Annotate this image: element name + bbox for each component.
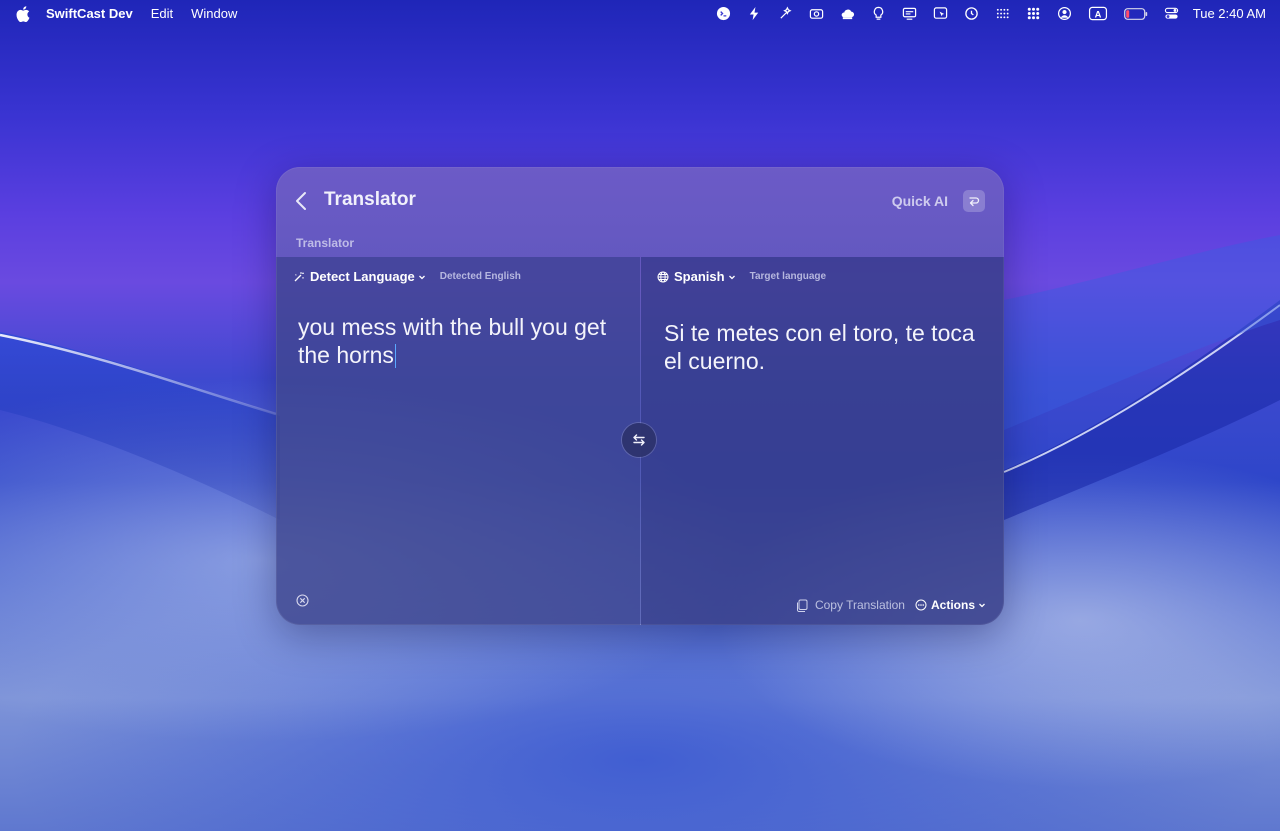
- terminal-icon[interactable]: [716, 6, 731, 21]
- source-text: you mess with the bull you get the horns: [298, 314, 607, 368]
- swap-languages-button[interactable]: [622, 423, 656, 457]
- svg-text:A: A: [1094, 9, 1101, 19]
- magic-wand-icon: [293, 271, 305, 283]
- swap-arrows-icon: [633, 434, 645, 446]
- window-title: Translator: [324, 189, 416, 210]
- clear-circle-icon: [296, 594, 309, 607]
- source-language-name: Detect Language: [310, 269, 415, 284]
- target-language-selector[interactable]: Spanish Target language: [657, 269, 826, 284]
- refresh-icon[interactable]: [964, 6, 979, 21]
- globe-icon: [657, 271, 669, 283]
- source-text-input[interactable]: you mess with the bull you get the horns: [298, 313, 628, 369]
- enter-key-button[interactable]: [963, 190, 985, 212]
- target-language-name: Spanish: [674, 269, 725, 284]
- chevron-down-icon: [978, 601, 986, 609]
- chevron-left-icon: [296, 192, 306, 210]
- actions-label: Actions: [930, 598, 975, 612]
- sparkle-icon[interactable]: [778, 6, 793, 21]
- copy-translation-label: Copy Translation: [814, 598, 905, 612]
- return-arrow-icon: [969, 197, 980, 207]
- translator-window: Translator Quick AI Translator Detect La…: [276, 167, 1004, 625]
- control-center-icon[interactable]: [1164, 6, 1179, 21]
- target-pane: Spanish Target language Si te metes con …: [641, 257, 1004, 625]
- dots-icon[interactable]: [1026, 6, 1041, 21]
- display-icon[interactable]: [902, 6, 917, 21]
- more-circle-icon: [915, 599, 927, 611]
- target-language-label: Target language: [749, 271, 827, 282]
- menubar-clock[interactable]: Tue 2:40 AM: [1193, 6, 1266, 21]
- source-language-selector[interactable]: Detect Language Detected English: [293, 269, 521, 284]
- chevron-down-icon: [728, 273, 736, 281]
- quick-ai-button[interactable]: Quick AI: [892, 193, 948, 209]
- bolt-icon[interactable]: [747, 6, 762, 21]
- window-header: Translator Quick AI Translator: [276, 167, 1004, 257]
- apple-icon[interactable]: [16, 5, 30, 22]
- section-label: Translator: [296, 236, 355, 250]
- source-pane[interactable]: Detect Language Detected English you mes…: [276, 257, 640, 625]
- clear-button[interactable]: [296, 594, 309, 607]
- copy-icon: [796, 599, 808, 612]
- back-button[interactable]: [292, 190, 310, 212]
- grid-icon[interactable]: [995, 6, 1010, 21]
- copy-translation-button[interactable]: Copy Translation: [796, 598, 905, 612]
- actions-menu-button[interactable]: Actions: [915, 598, 986, 612]
- app-name-menu[interactable]: SwiftCast Dev: [46, 6, 133, 21]
- detected-language-label: Detected English: [439, 271, 521, 282]
- keyboard-a-icon[interactable]: A: [1088, 6, 1108, 21]
- translated-text: Si te metes con el toro, te toca el cuer…: [664, 320, 975, 374]
- battery-icon[interactable]: [1123, 6, 1148, 21]
- menu-bar: SwiftCast Dev Edit Window A Tue 2:40 AM: [0, 0, 1280, 27]
- chevron-down-icon: [418, 273, 426, 281]
- text-caret: [394, 344, 397, 368]
- menu-window[interactable]: Window: [191, 6, 237, 21]
- cursor-icon[interactable]: [933, 6, 948, 21]
- status-area: A Tue 2:40 AM: [700, 0, 1266, 27]
- user-icon[interactable]: [1057, 6, 1072, 21]
- bulb-icon[interactable]: [871, 6, 886, 21]
- cloud-icon[interactable]: [840, 6, 855, 21]
- menu-edit[interactable]: Edit: [151, 6, 173, 21]
- footer-actions: Copy Translation Actions: [796, 598, 986, 612]
- camera-icon[interactable]: [809, 6, 824, 21]
